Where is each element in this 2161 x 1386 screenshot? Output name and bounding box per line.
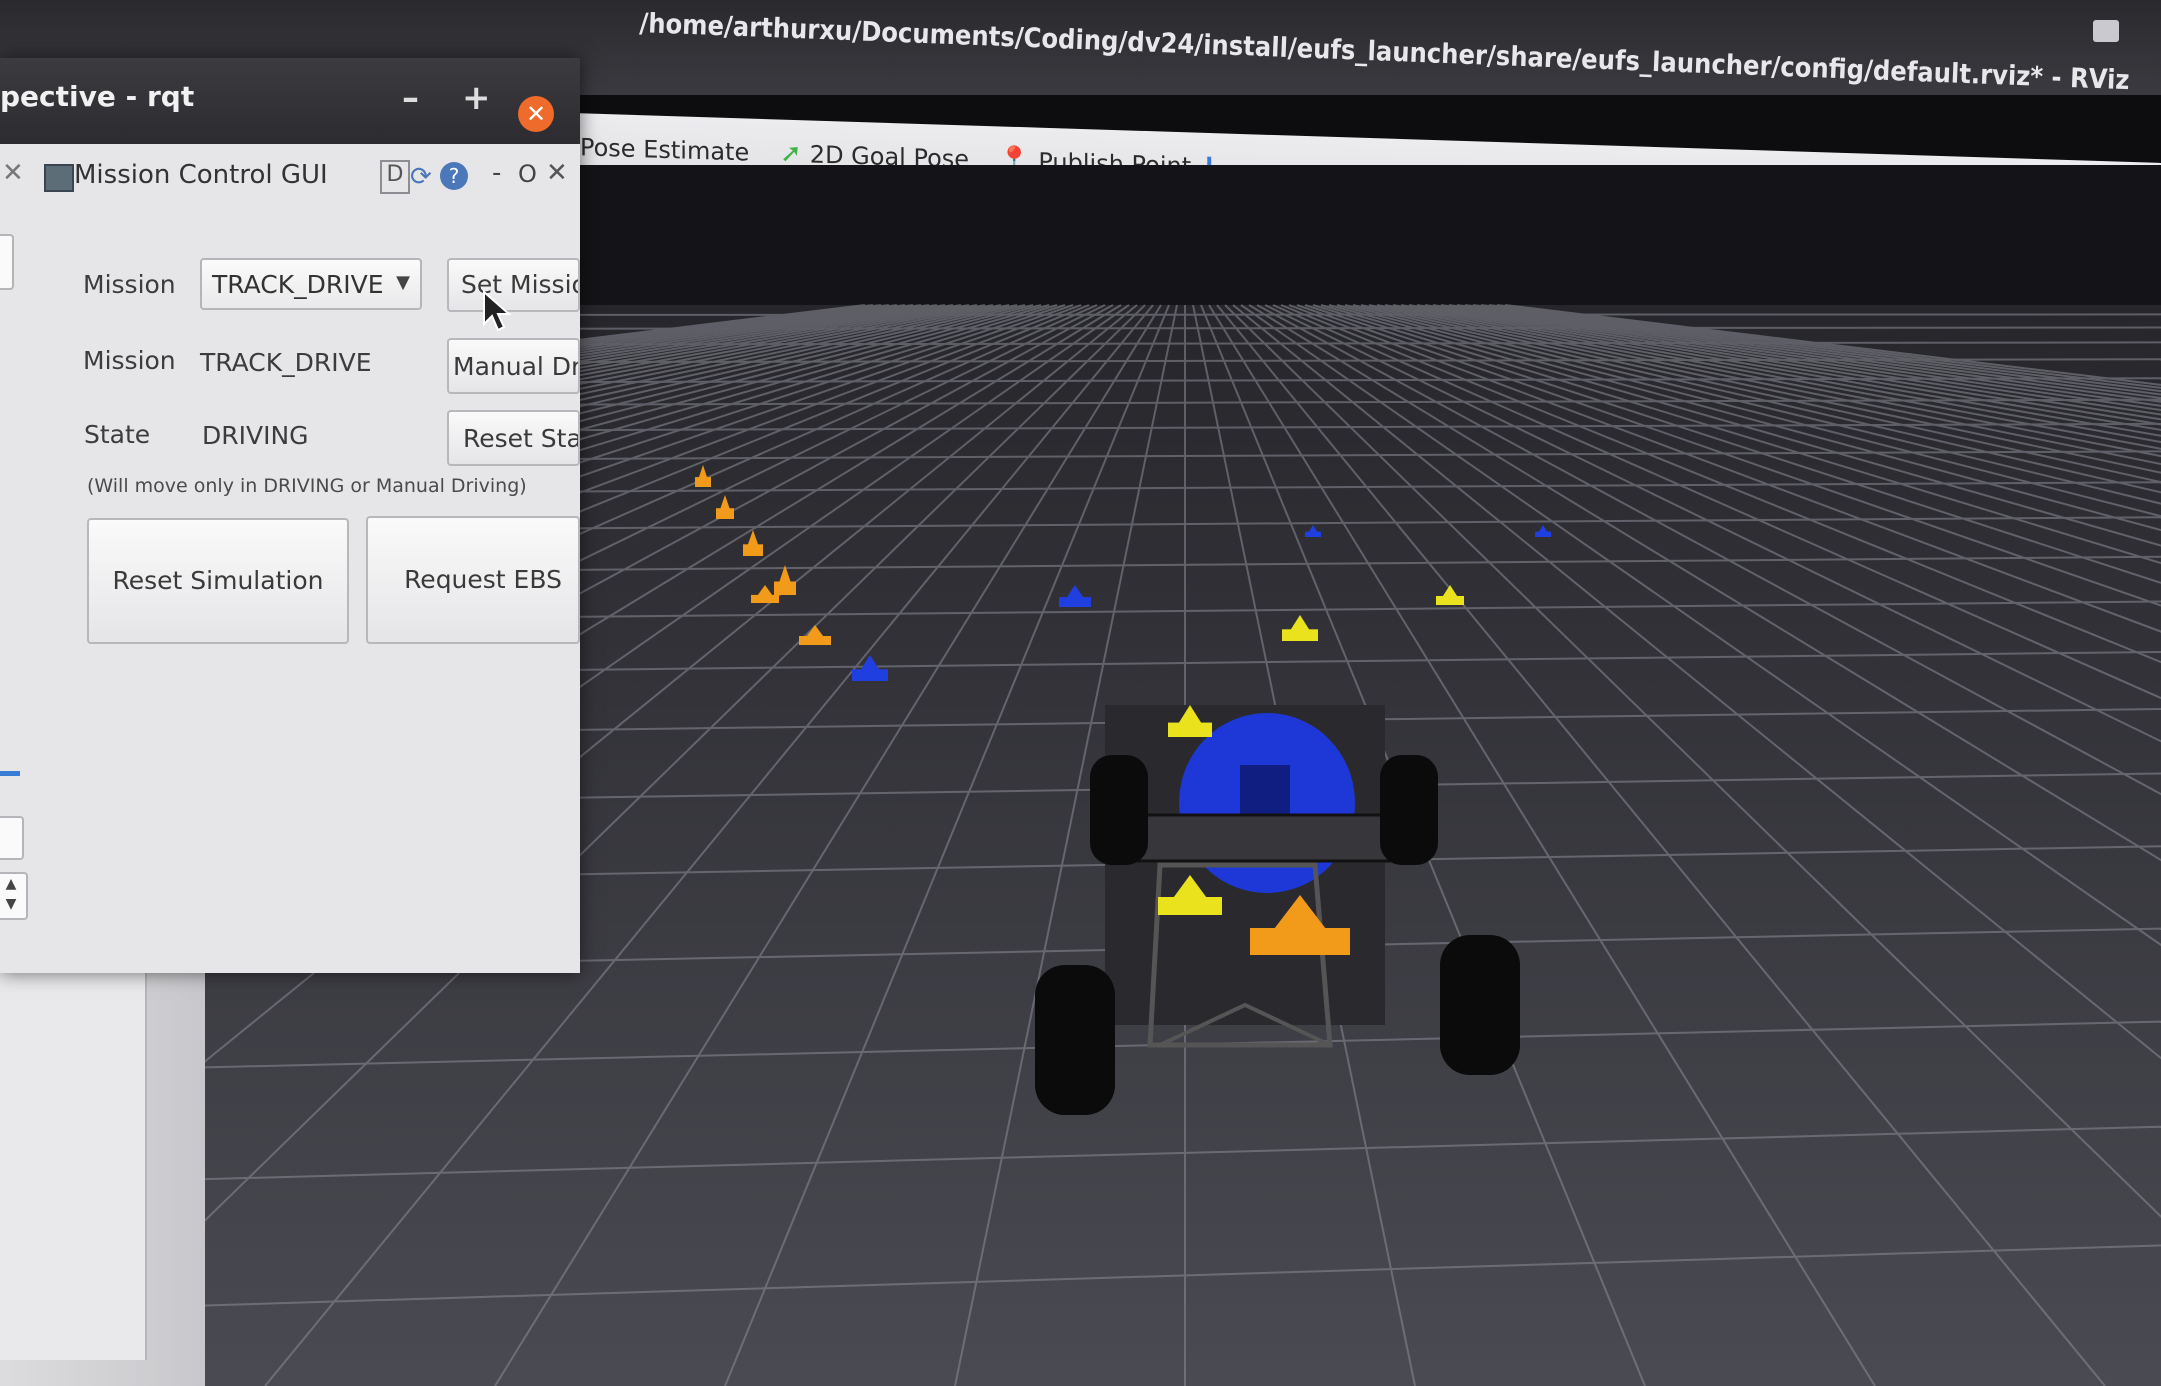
background-panel: [0, 960, 205, 1386]
partial-input[interactable]: [0, 816, 24, 860]
reset-simulation-button[interactable]: Reset Simulation: [87, 518, 349, 644]
state-value: DRIVING: [202, 421, 309, 450]
mission-select[interactable]: TRACK_DRIVE ▼: [200, 258, 422, 310]
close-plugin-icon[interactable]: ✕: [2, 158, 24, 188]
spin-box[interactable]: ▲ ▼: [0, 872, 28, 920]
manual-driving-button[interactable]: Manual Dr: [447, 338, 580, 394]
plugin-header: ✕ Mission Control GUI D ⟳ ? - O ✕: [0, 150, 580, 210]
chevron-down-icon: ▼: [396, 272, 410, 293]
plugin-float-button[interactable]: O: [518, 160, 537, 188]
rqt-window-title: pective - rqt: [0, 80, 195, 113]
driving-note: (Will move only in DRIVING or Manual Dri…: [87, 475, 527, 497]
request-ebs-button[interactable]: Request EBS: [366, 516, 580, 644]
rqt-titlebar: pective - rqt – + ✕: [0, 58, 580, 144]
set-mission-button[interactable]: Set Missio: [447, 258, 580, 312]
close-window-button[interactable]: ✕: [518, 96, 554, 132]
help-icon[interactable]: ?: [440, 162, 468, 190]
tray-icon[interactable]: [2093, 20, 2119, 42]
plugin-minimize-button[interactable]: -: [492, 158, 501, 188]
pose-estimate-label: Pose Estimate: [580, 133, 750, 167]
minimize-button[interactable]: –: [402, 78, 419, 118]
mission-select-value: TRACK_DRIVE: [212, 270, 384, 299]
reset-state-button[interactable]: Reset Sta: [447, 410, 580, 466]
plugin-title: Mission Control GUI: [74, 160, 328, 190]
plugin-window-icon: [44, 164, 74, 192]
plugin-close-icon[interactable]: ✕: [546, 158, 568, 188]
rqt-window: pective - rqt – + ✕ ✕ Mission Control GU…: [0, 58, 580, 973]
partial-widget[interactable]: [0, 234, 14, 290]
mission-select-label: Mission: [83, 270, 176, 299]
dock-d-button[interactable]: D: [380, 160, 410, 194]
mouse-cursor-icon: [483, 290, 512, 332]
reload-icon[interactable]: ⟳: [410, 162, 432, 192]
state-label: State: [84, 420, 151, 449]
current-mission-value: TRACK_DRIVE: [200, 348, 372, 377]
rviz-window-title: /home/arthurxu/Documents/Coding/dv24/ins…: [638, 8, 2131, 97]
current-mission-label: Mission: [83, 346, 176, 375]
background-panel-inner: [0, 960, 147, 1360]
maximize-button[interactable]: +: [462, 78, 491, 118]
slider-indicator[interactable]: [0, 771, 20, 776]
